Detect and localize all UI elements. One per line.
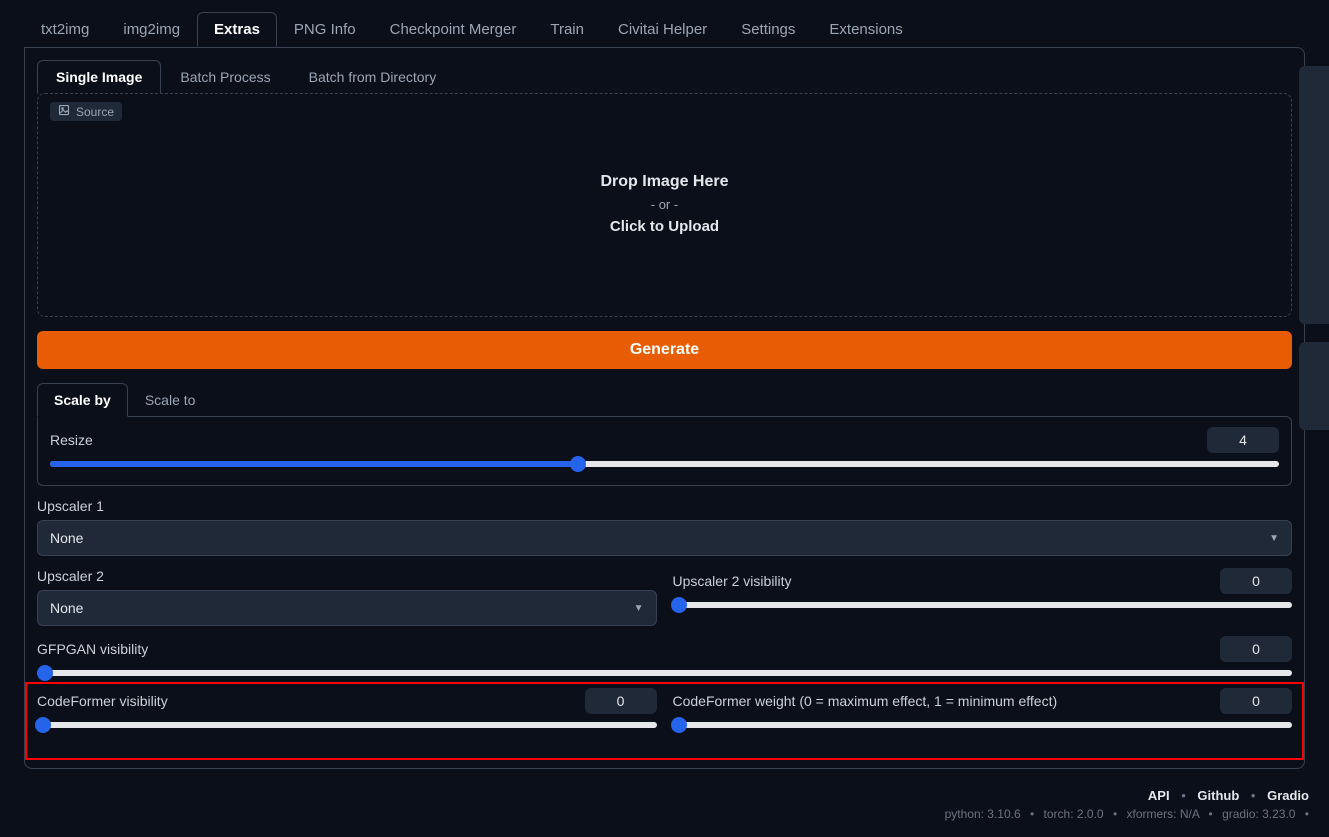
upscaler2-label: Upscaler 2 [37, 568, 657, 584]
sub-tab-single-image[interactable]: Single Image [37, 60, 161, 94]
footer: API • Github • Gradio python: 3.10.6 • t… [0, 778, 1329, 837]
upscaler1-value: None [50, 530, 83, 546]
source-dropzone-wrap: Source Drop Image Here - or - Click to U… [37, 93, 1292, 317]
gfpgan-label: GFPGAN visibility [37, 641, 148, 657]
footer-python: python: 3.10.6 [945, 807, 1021, 821]
footer-xformers: xformers: N/A [1126, 807, 1199, 821]
footer-link-gradio[interactable]: Gradio [1267, 788, 1309, 803]
upscaler2-value: None [50, 600, 83, 616]
footer-link-github[interactable]: Github [1197, 788, 1239, 803]
sub-tab-batch-process[interactable]: Batch Process [161, 60, 289, 94]
generate-button[interactable]: Generate [37, 331, 1292, 369]
scale-tab-scale-to[interactable]: Scale to [128, 383, 213, 417]
top-tab-civitai-helper[interactable]: Civitai Helper [601, 12, 724, 47]
image-dropzone[interactable]: Drop Image Here - or - Click to Upload [48, 104, 1281, 304]
codeformer-weight-slider[interactable] [673, 722, 1293, 728]
upscaler2-vis-slider[interactable] [673, 602, 1293, 608]
dropzone-click-text: Click to Upload [610, 218, 719, 235]
scale-panel: Resize [37, 416, 1292, 486]
scale-tab-scale-by[interactable]: Scale by [37, 383, 128, 417]
resize-slider-row: Resize [50, 427, 1279, 467]
resize-slider[interactable] [50, 461, 1279, 467]
dropzone-drop-text: Drop Image Here [600, 173, 728, 191]
upscaler2-vis-value-input[interactable] [1220, 568, 1292, 594]
top-tab-train[interactable]: Train [533, 12, 601, 47]
top-tab-settings[interactable]: Settings [724, 12, 812, 47]
codeformer-vis-label: CodeFormer visibility [37, 693, 168, 709]
upscaler2-vis-label: Upscaler 2 visibility [673, 573, 792, 589]
source-label: Source [50, 102, 122, 121]
codeformer-vis-value-input[interactable] [585, 688, 657, 714]
footer-torch: torch: 2.0.0 [1044, 807, 1104, 821]
sub-tab-batch-from-directory[interactable]: Batch from Directory [290, 60, 456, 94]
codeformer-vis-slider[interactable] [37, 722, 657, 728]
gfpgan-slider[interactable] [37, 670, 1292, 676]
chevron-down-icon: ▼ [1269, 533, 1279, 544]
right-side-panel [1299, 66, 1329, 446]
upscaler1-label: Upscaler 1 [37, 498, 1292, 514]
right-panel-controls [1299, 342, 1329, 430]
top-tab-txt2img[interactable]: txt2img [24, 12, 106, 47]
codeformer-weight-value-input[interactable] [1220, 688, 1292, 714]
resize-value-input[interactable] [1207, 427, 1279, 453]
right-panel-preview [1299, 66, 1329, 324]
resize-label: Resize [50, 432, 93, 448]
dropzone-or-text: - or - [651, 197, 678, 212]
codeformer-weight-label: CodeFormer weight (0 = maximum effect, 1… [673, 693, 1058, 709]
chevron-down-icon: ▼ [634, 603, 644, 614]
footer-link-api[interactable]: API [1148, 788, 1170, 803]
top-tab-extras[interactable]: Extras [197, 12, 277, 47]
gfpgan-value-input[interactable] [1220, 636, 1292, 662]
source-label-text: Source [76, 105, 114, 119]
top-tab-img2img[interactable]: img2img [106, 12, 197, 47]
top-tab-png-info[interactable]: PNG Info [277, 12, 373, 47]
upscaler1-select[interactable]: None ▼ [37, 520, 1292, 556]
top-tab-checkpoint-merger[interactable]: Checkpoint Merger [373, 12, 534, 47]
top-tab-extensions[interactable]: Extensions [812, 12, 919, 47]
image-icon [58, 104, 70, 119]
footer-gradio: gradio: 3.23.0 [1222, 807, 1295, 821]
upscaler2-select[interactable]: None ▼ [37, 590, 657, 626]
